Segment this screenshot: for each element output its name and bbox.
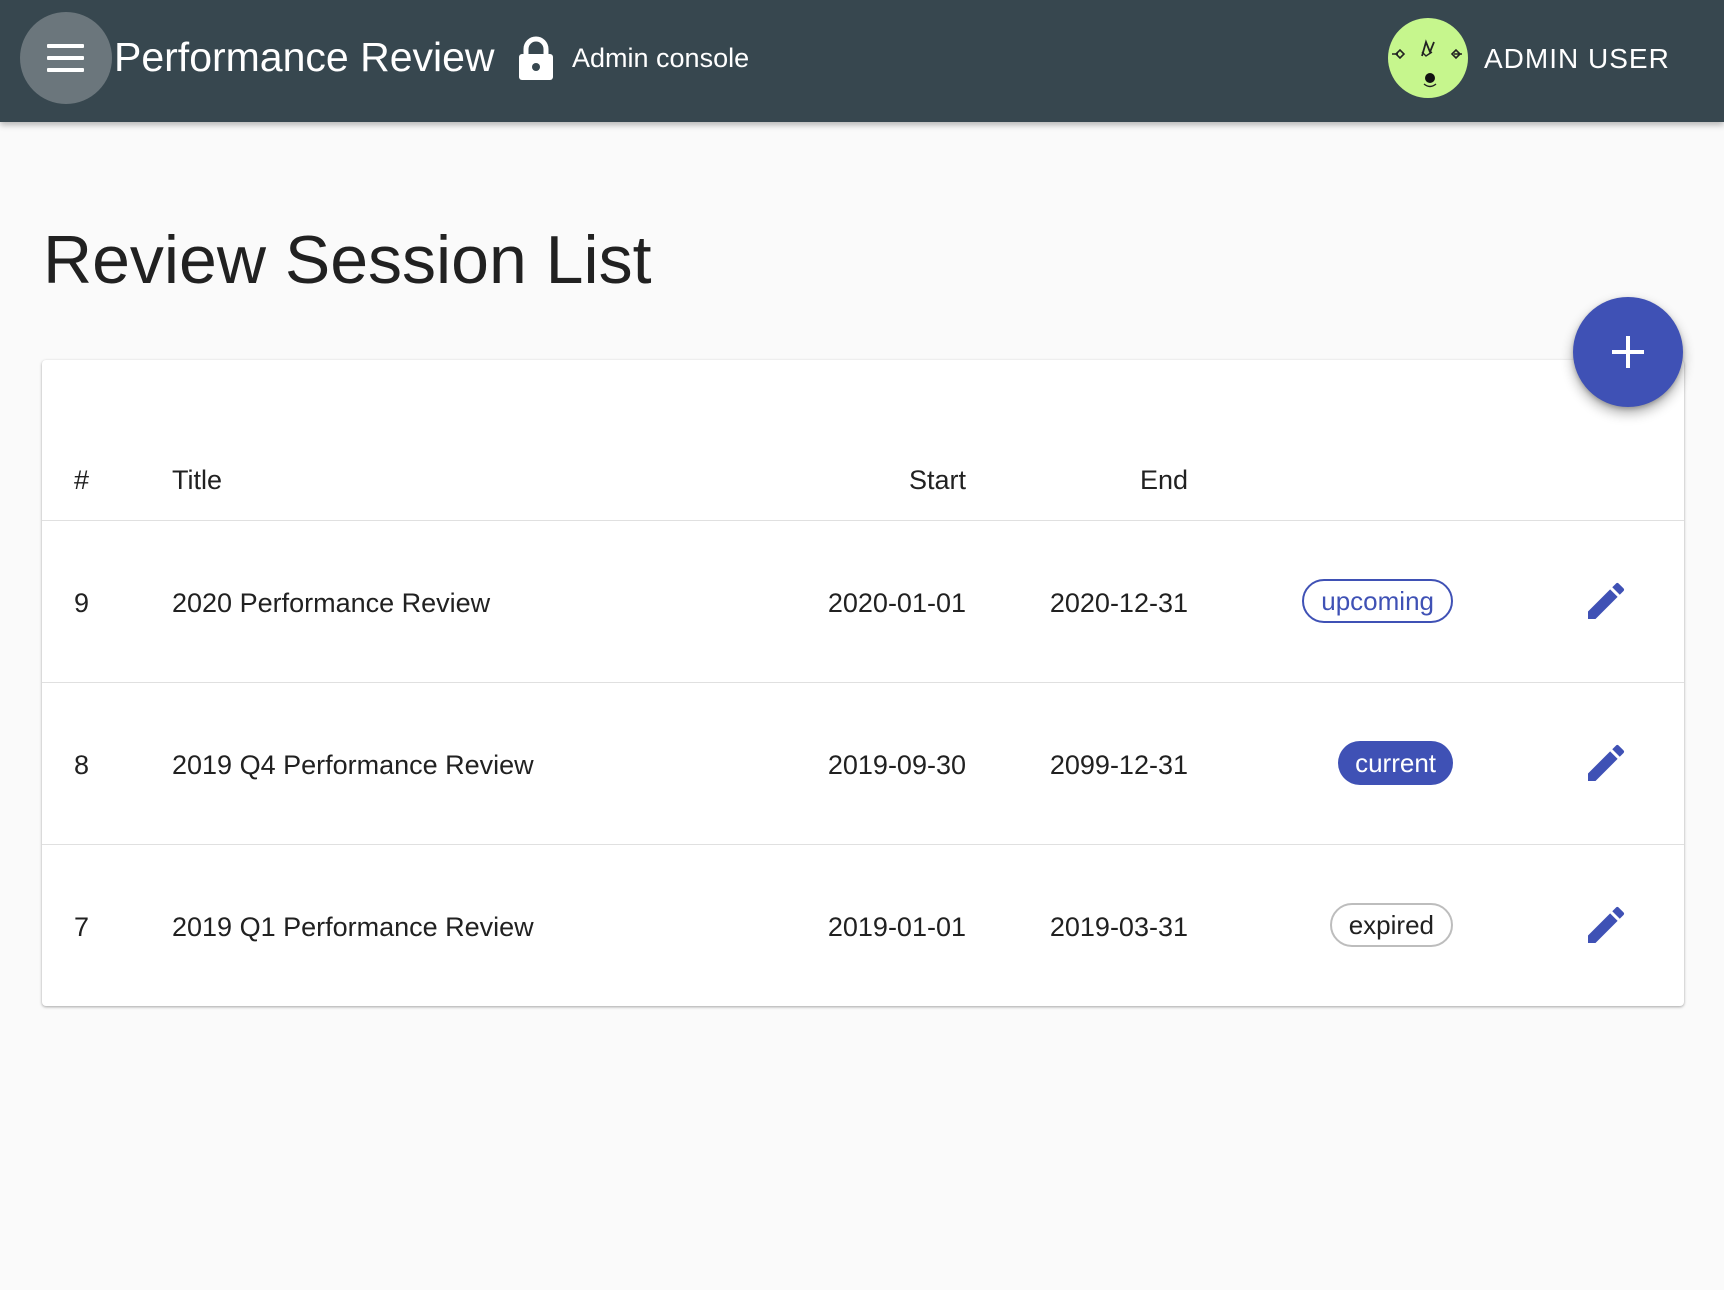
status-badge: upcoming — [1302, 579, 1453, 623]
user-name[interactable]: ADMIN USER — [1484, 42, 1670, 76]
lock-icon — [519, 36, 553, 80]
menu-button[interactable] — [20, 12, 112, 104]
row-title: 2019 Q1 Performance Review — [172, 912, 534, 942]
add-session-button[interactable] — [1573, 297, 1683, 407]
row-end-date: 2099-12-31 — [1049, 750, 1188, 780]
admin-console-label: Admin console — [572, 43, 750, 73]
table-row: 7 2019 Q1 Performance Review 2019-01-01 … — [42, 845, 1684, 1007]
session-table: # Title Start End 9 2020 Performance Rev… — [42, 360, 1684, 1006]
edit-button[interactable] — [1582, 739, 1630, 787]
row-title: 2019 Q4 Performance Review — [172, 750, 534, 780]
row-number: 8 — [74, 750, 90, 780]
column-header-number: # — [74, 465, 90, 495]
column-header-title: Title — [172, 465, 223, 495]
pencil-icon — [1588, 906, 1625, 943]
avatar-face-icon — [1392, 39, 1462, 88]
row-title: 2020 Performance Review — [172, 588, 491, 618]
row-start-date: 2020-01-01 — [827, 588, 966, 618]
menu-icon-bar — [47, 56, 84, 60]
pencil-icon — [1588, 744, 1625, 781]
app-title: Performance Review — [114, 34, 495, 80]
menu-icon-bar — [47, 68, 84, 72]
plus-icon — [1612, 336, 1644, 368]
edit-button[interactable] — [1582, 577, 1630, 625]
row-end-date: 2019-03-31 — [1049, 912, 1188, 942]
app-bar: Performance Review Admin console ADMIN U… — [0, 0, 1724, 122]
table-header: # Title Start End — [42, 360, 1684, 521]
column-header-start: Start — [908, 465, 966, 495]
row-number: 7 — [74, 912, 90, 942]
row-start-date: 2019-09-30 — [827, 750, 966, 780]
table-row: 8 2019 Q4 Performance Review 2019-09-30 … — [42, 683, 1684, 845]
row-end-date: 2020-12-31 — [1049, 588, 1188, 618]
avatar[interactable] — [1388, 18, 1468, 98]
edit-button[interactable] — [1582, 901, 1630, 949]
column-header-end: End — [1139, 465, 1188, 495]
status-badge: current — [1338, 741, 1453, 785]
pencil-icon — [1588, 582, 1625, 619]
row-start-date: 2019-01-01 — [827, 912, 966, 942]
page-title: Review Session List — [43, 222, 652, 298]
row-number: 9 — [74, 588, 90, 618]
status-badge: expired — [1329, 903, 1453, 947]
table-row: 9 2020 Performance Review 2020-01-01 202… — [42, 521, 1684, 683]
menu-icon — [47, 44, 84, 48]
